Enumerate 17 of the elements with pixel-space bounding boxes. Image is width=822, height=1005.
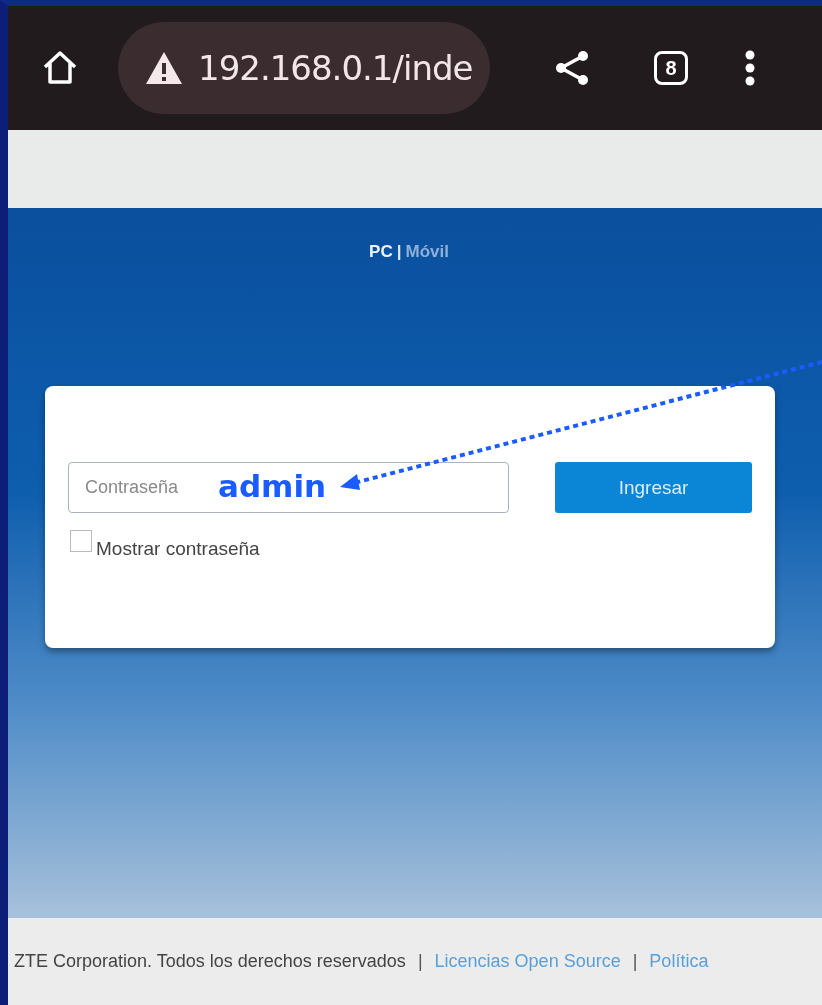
separator: | [396, 242, 402, 262]
address-bar[interactable]: 192.168.0.1/inde [118, 22, 490, 114]
footer-link[interactable]: Política [649, 951, 709, 972]
checkbox[interactable] [70, 530, 92, 552]
view-link[interactable]: Móvil [405, 242, 449, 262]
separator: | [417, 951, 423, 972]
url-text: 192.168.0.1/inde [198, 48, 473, 88]
warning-icon [144, 50, 184, 86]
annotation-label: admin [218, 468, 327, 504]
login-button[interactable]: Ingresar [555, 462, 752, 513]
checkbox-label: Mostrar contraseña [96, 538, 260, 560]
footer-link[interactable]: Licencias Open Source [434, 951, 621, 972]
menu-icon[interactable] [744, 48, 756, 88]
tabs-button[interactable]: 8 [654, 51, 688, 85]
copyright-text: ZTE Corporation. Todos los derechos reservados [14, 951, 406, 972]
separator: | [632, 951, 638, 972]
view-link[interactable]: PC [369, 242, 393, 262]
